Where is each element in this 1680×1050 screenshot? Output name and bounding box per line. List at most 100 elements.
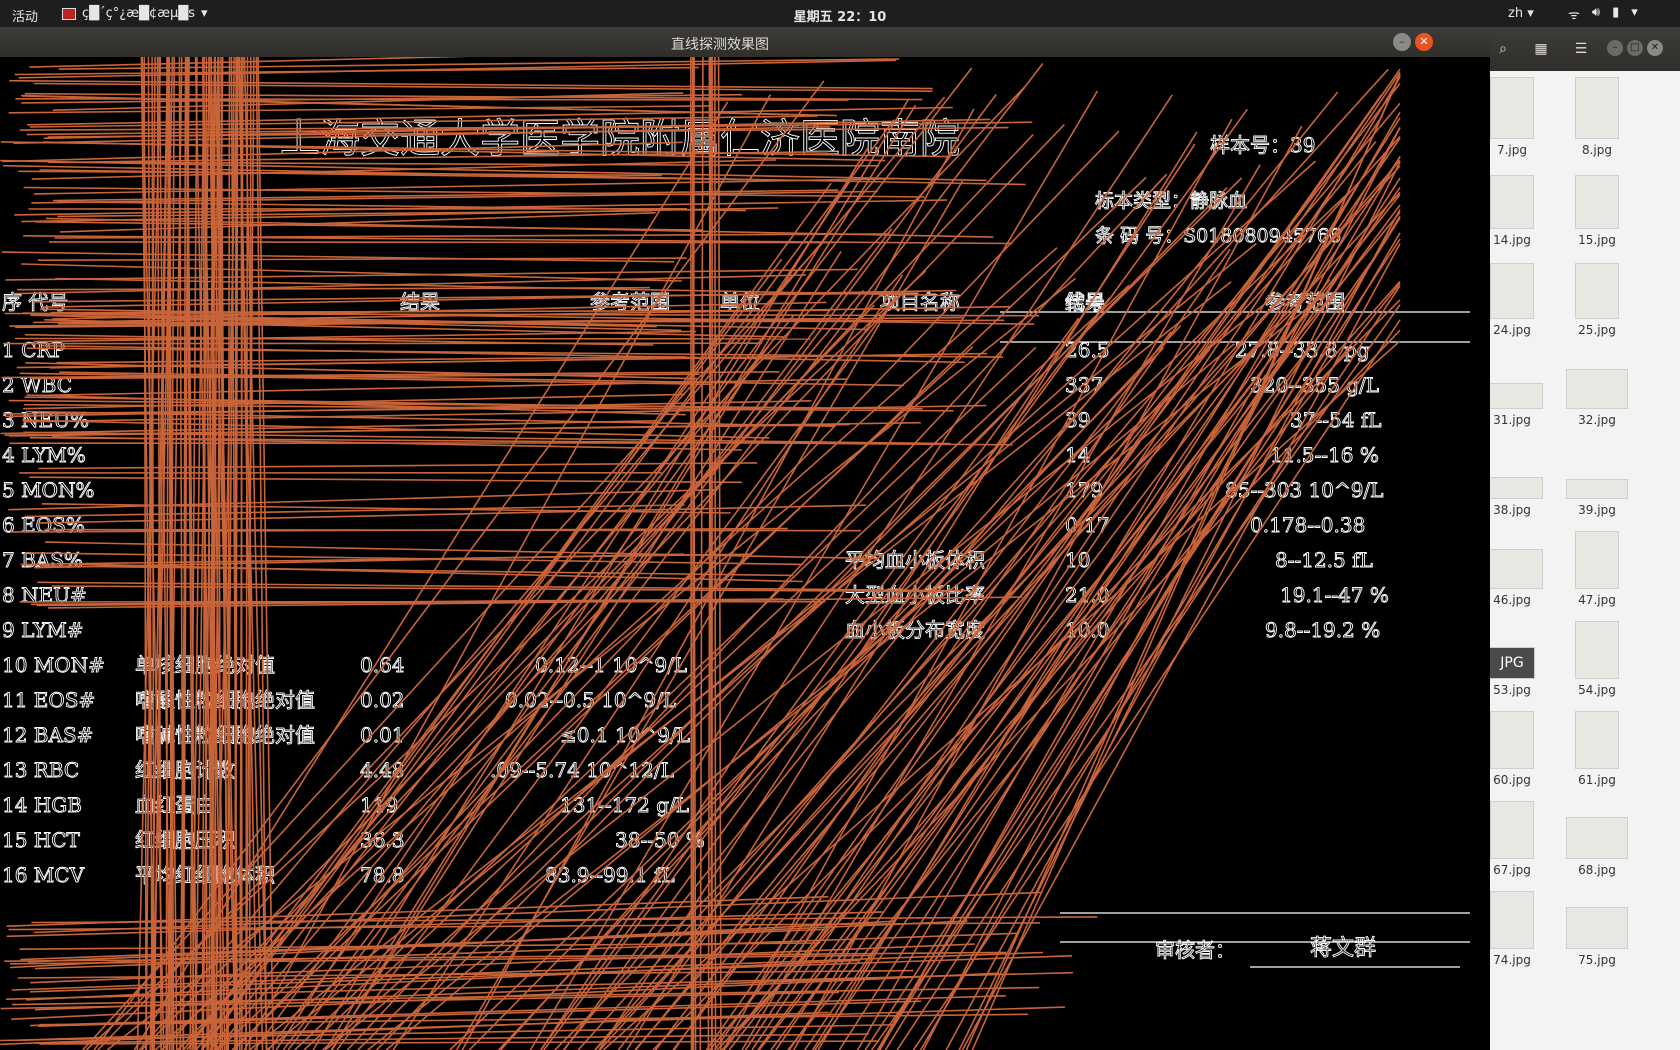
file-label: 14.jpg — [1493, 233, 1531, 247]
file-item[interactable]: 75.jpg — [1557, 907, 1637, 967]
minimize-button[interactable]: – — [1607, 40, 1623, 56]
file-item[interactable]: 61.jpg — [1557, 711, 1637, 787]
file-item[interactable]: 60.jpg — [1490, 711, 1552, 787]
detected-line — [714, 57, 717, 1050]
file-item[interactable]: JPG 53.jpg — [1490, 647, 1552, 697]
detected-line — [787, 282, 1401, 1050]
detected-line — [689, 57, 693, 1050]
document-text: 0.02 — [360, 688, 405, 712]
image-thumbnail — [1490, 549, 1543, 589]
image-thumbnail — [1566, 479, 1628, 499]
file-label: 47.jpg — [1578, 593, 1616, 607]
document-text: 4 LYM% — [2, 443, 86, 467]
document-text: 5 MON% — [2, 478, 94, 502]
search-icon[interactable]: ⌕ — [1490, 36, 1516, 62]
activities-button[interactable]: 活动 — [12, 6, 38, 25]
file-item[interactable]: 8.jpg — [1557, 77, 1637, 157]
chevron-down-icon: ▾ — [1527, 6, 1534, 21]
detected-line — [324, 292, 1280, 1050]
image-thumbnail — [1575, 621, 1619, 679]
document-text: ≤0.1 10^9/L — [560, 723, 690, 747]
file-label: 61.jpg — [1578, 773, 1616, 787]
detected-line — [29, 476, 743, 484]
file-label: 7.jpg — [1496, 143, 1528, 157]
file-label: 31.jpg — [1493, 413, 1531, 427]
document-text: 16 MCV — [2, 863, 85, 887]
file-label: 53.jpg — [1493, 683, 1531, 697]
chevron-down-icon: ▾ — [201, 6, 208, 21]
document-text: 0.178--0.38 — [1250, 513, 1365, 537]
image-thumbnail — [1575, 711, 1619, 769]
system-tray[interactable]: ᯤ 🔊︎ ▮ ▾ — [1568, 5, 1638, 23]
file-item[interactable]: 32.jpg — [1557, 369, 1637, 427]
minimize-button[interactable]: – — [1393, 33, 1411, 51]
image-thumbnail — [1566, 369, 1628, 409]
file-browser-window: ⌕ ▦ ☰ – □ ✕ 7.jpg 8.jpg 14.jpg 15.jpg 24.jpg… — [1490, 27, 1680, 1050]
document-text: 14 HGB — [2, 793, 82, 817]
image-window: 直线探测效果图 – ✕ 上海交通大学医学院附属仁济医院南院 样本号：39 标本类型：… — [0, 27, 1490, 1050]
file-label: 38.jpg — [1493, 503, 1531, 517]
document-text: 蒋文群 — [1310, 936, 1376, 961]
image-thumbnail — [1575, 175, 1619, 229]
document-text: 样本号：39 — [1210, 133, 1315, 157]
detected-line — [42, 289, 957, 308]
image-thumbnail — [1490, 383, 1543, 409]
detected-line — [16, 286, 651, 291]
document-text: 12 BAS# — [2, 723, 93, 747]
file-item[interactable]: 14.jpg — [1490, 175, 1552, 247]
file-item[interactable]: 47.jpg — [1557, 531, 1637, 607]
document-text: 7 BAS% — [2, 548, 83, 572]
clock[interactable]: 星期五 22：10 — [794, 10, 887, 25]
jpg-file-icon: JPG — [1490, 647, 1535, 679]
file-label: 8.jpg — [1581, 143, 1613, 157]
detected-line — [5, 268, 858, 281]
image-thumbnail — [1575, 263, 1619, 319]
document-text: 0.12--1 10^9/L — [535, 653, 687, 677]
document-text: 13 RBC — [2, 758, 79, 782]
app-icon — [62, 7, 76, 20]
file-item[interactable]: 46.jpg — [1490, 549, 1552, 607]
detected-line — [48, 241, 835, 244]
language-menu[interactable]: zh ▾ — [1508, 6, 1534, 21]
document-text: 8--12.5 fL — [1275, 548, 1373, 572]
detected-line — [18, 59, 897, 79]
file-item[interactable]: 24.jpg — [1490, 263, 1552, 337]
file-label: 15.jpg — [1578, 233, 1616, 247]
file-label: 25.jpg — [1578, 323, 1616, 337]
detected-line — [154, 247, 1058, 1050]
image-thumbnail — [1490, 711, 1534, 769]
view-toggle-icon[interactable]: ▦ — [1528, 36, 1554, 62]
file-item[interactable]: 25.jpg — [1557, 263, 1637, 337]
close-button[interactable]: ✕ — [1415, 33, 1433, 51]
document-text: 11 EOS# — [2, 688, 95, 712]
file-item[interactable]: 15.jpg — [1557, 175, 1637, 247]
image-thumbnail — [1566, 817, 1628, 859]
document-text: 10 MON# — [2, 653, 105, 677]
close-button[interactable]: ✕ — [1647, 40, 1663, 56]
file-item[interactable]: 31.jpg — [1490, 383, 1552, 427]
maximize-button[interactable]: □ — [1627, 40, 1643, 56]
app-menu[interactable]: ç█´ç°¿æ█¢æµ█s ▾ — [62, 6, 208, 21]
document-text: 0.64 — [360, 653, 405, 677]
document-text: 9 LYM# — [2, 618, 84, 642]
file-item[interactable]: 39.jpg — [1557, 479, 1637, 517]
document-text: 标本类型：静脉血 — [1095, 190, 1247, 212]
file-item[interactable]: 38.jpg — [1490, 477, 1552, 517]
menu-icon[interactable]: ☰ — [1568, 36, 1594, 62]
file-label: 32.jpg — [1578, 413, 1616, 427]
window-titlebar[interactable]: 直线探测效果图 – ✕ — [0, 27, 1490, 57]
document-text: 11.5--16 % — [1270, 443, 1379, 467]
file-item[interactable]: 67.jpg — [1490, 801, 1552, 877]
file-item[interactable]: 7.jpg — [1490, 77, 1552, 157]
image-thumbnail — [1566, 907, 1628, 949]
chevron-down-icon: ▾ — [1631, 5, 1638, 20]
file-item[interactable]: 74.jpg — [1490, 891, 1552, 967]
file-item[interactable]: 54.jpg — [1557, 621, 1637, 697]
wifi-icon: ᯤ — [1568, 8, 1580, 23]
file-item[interactable]: 68.jpg — [1557, 817, 1637, 877]
volume-icon: 🔊︎ — [1591, 5, 1601, 20]
image-thumbnail — [1490, 801, 1534, 859]
top-bar: 活动 ç█´ç°¿æ█¢æµ█s ▾ 星期五 22：10 zh ▾ ᯤ 🔊︎ ▮… — [0, 0, 1680, 27]
window-title: 直线探测效果图 — [671, 37, 769, 53]
edge-image: 上海交通大学医学院附属仁济医院南院 样本号：39标本类型：静脉血条 码 号：S01… — [0, 57, 1470, 1050]
